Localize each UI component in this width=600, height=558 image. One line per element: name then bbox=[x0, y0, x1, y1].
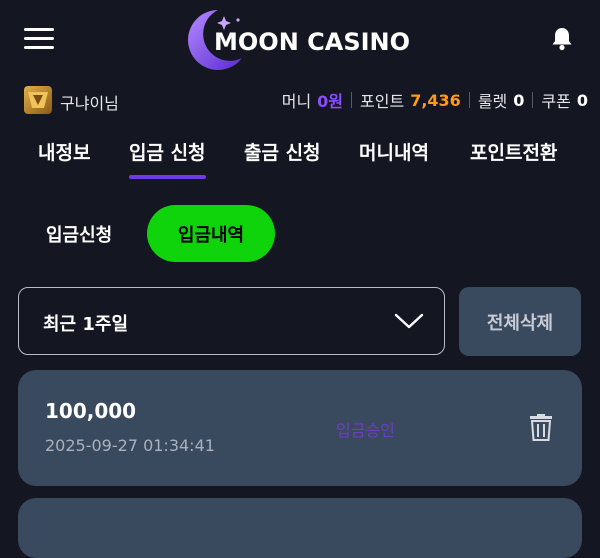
deposit-amount: 100,000 bbox=[45, 399, 137, 423]
user-info-bar: 구냐이님 머니 0원 포인트 7,436 룰렛 0 쿠폰 0 bbox=[0, 82, 600, 118]
roulette-label: 룰렛 bbox=[477, 92, 508, 111]
tab-my-info[interactable]: 내정보 bbox=[38, 138, 90, 165]
tab-point-exchange[interactable]: 포인트전환 bbox=[470, 138, 557, 165]
balance-stats: 머니 0원 포인트 7,436 룰렛 0 쿠폰 0 bbox=[282, 88, 588, 112]
money-value: 0원 bbox=[317, 92, 344, 111]
list-item: 100,000 2025-09-27 01:34:41 입금승인 bbox=[18, 370, 582, 486]
coupon-label: 쿠폰 bbox=[541, 92, 571, 111]
divider bbox=[351, 92, 353, 108]
logo-text: MOON CASINO bbox=[214, 28, 411, 56]
tab-withdraw-request[interactable]: 출금 신청 bbox=[244, 138, 321, 165]
trash-icon[interactable] bbox=[528, 412, 554, 442]
rank-badge-icon bbox=[28, 92, 48, 108]
tab-deposit-request[interactable]: 입금 신청 bbox=[129, 138, 206, 179]
money-label: 머니 bbox=[281, 92, 312, 111]
moon-casino-logo[interactable]: MOON CASINO bbox=[180, 6, 430, 72]
period-select[interactable]: 최근 1주일 bbox=[18, 287, 445, 355]
chevron-down-icon bbox=[394, 313, 424, 329]
divider bbox=[468, 92, 470, 108]
point-value: 7,436 bbox=[410, 90, 461, 110]
bell-icon[interactable] bbox=[550, 26, 574, 52]
delete-all-button[interactable]: 전체삭제 bbox=[459, 287, 581, 356]
avatar bbox=[24, 86, 52, 114]
period-select-value: 최근 1주일 bbox=[43, 314, 129, 335]
app-header: MOON CASINO bbox=[0, 0, 600, 82]
list-item bbox=[18, 498, 582, 558]
divider bbox=[532, 92, 534, 108]
main-tabs: 내정보 입금 신청 출금 신청 머니내역 포인트전환 bbox=[0, 128, 600, 184]
coupon-value: 0 bbox=[576, 90, 588, 110]
subtab-deposit-apply[interactable]: 입금신청 bbox=[46, 221, 112, 247]
username: 구냐이님 bbox=[60, 94, 119, 113]
point-label: 포인트 bbox=[360, 92, 405, 111]
tab-money-history[interactable]: 머니내역 bbox=[359, 138, 429, 165]
status-badge: 입금승인 bbox=[336, 421, 395, 440]
roulette-value: 0 bbox=[513, 90, 525, 110]
hamburger-menu-icon[interactable] bbox=[24, 26, 54, 52]
deposit-date: 2025-09-27 01:34:41 bbox=[45, 436, 215, 455]
subtab-deposit-history[interactable]: 입금내역 bbox=[147, 205, 275, 262]
